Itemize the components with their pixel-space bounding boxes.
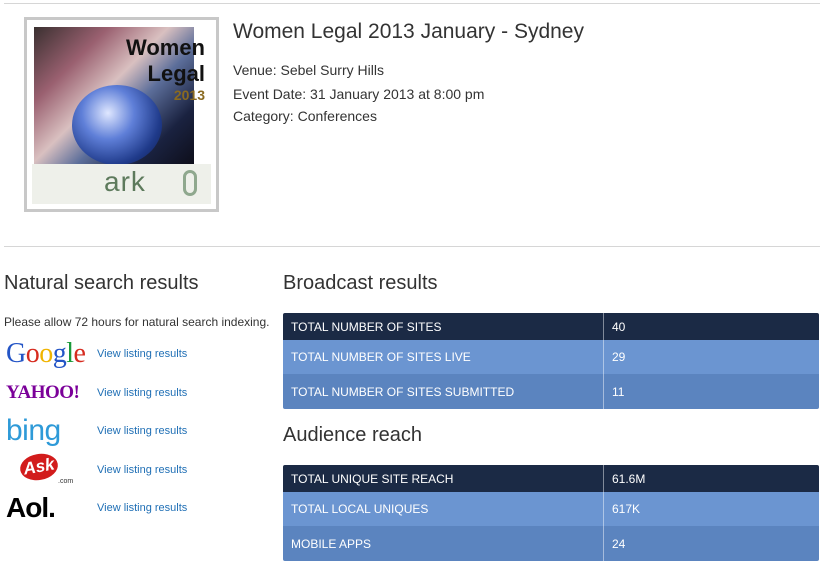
google-logo-icon: Google <box>6 338 86 369</box>
ark-logo-mark-icon <box>183 170 197 196</box>
row-label: TOTAL NUMBER OF SITES SUBMITTED <box>283 374 604 409</box>
engine-row-bing: bing View listing results <box>4 413 274 449</box>
bing-logo-icon: bing <box>6 414 61 447</box>
engine-row-ask: Ask .com View listing results <box>4 450 274 488</box>
engine-row-aol: Aol. View listing results <box>4 490 274 526</box>
section-divider <box>4 246 820 247</box>
row-value: 29 <box>612 350 626 364</box>
event-title: Women Legal 2013 January - Sydney <box>233 20 584 43</box>
table-row: MOBILE APPS 24 <box>283 526 819 561</box>
engine-row-yahoo: YAHOO! View listing results <box>4 375 274 411</box>
thumbnail-title-line2: Legal <box>147 61 205 86</box>
thumbnail-title: Women Legal 2013 <box>126 35 205 103</box>
event-venue: Venue: Sebel Surry Hills <box>233 62 384 78</box>
table-row: TOTAL NUMBER OF SITES 40 <box>283 313 819 340</box>
thumbnail-title-line1: Women <box>125 35 205 60</box>
row-label: TOTAL UNIQUE SITE REACH <box>283 465 604 492</box>
row-value: 617K <box>612 502 641 516</box>
ark-logo: ark <box>104 166 146 197</box>
table-row: TOTAL UNIQUE SITE REACH 61.6M <box>283 465 819 492</box>
row-label: TOTAL NUMBER OF SITES LIVE <box>283 340 604 374</box>
audience-table: TOTAL UNIQUE SITE REACH 61.6M TOTAL LOCA… <box>283 465 819 561</box>
ask-logo-icon: Ask .com <box>6 450 92 488</box>
event-thumbnail-image: Women Legal 2013 ark <box>32 25 211 204</box>
event-date: Event Date: 31 January 2013 at 8:00 pm <box>233 86 485 102</box>
audience-heading: Audience reach <box>283 424 422 446</box>
natural-search-note: Please allow 72 hours for natural search… <box>4 315 270 329</box>
row-value: 61.6M <box>612 471 646 486</box>
engine-row-google: Google View listing results <box>4 336 274 372</box>
aol-view-listing-link[interactable]: View listing results <box>97 502 187 514</box>
thumbnail-year: 2013 <box>173 87 205 103</box>
row-value: 24 <box>612 536 626 551</box>
row-label: TOTAL LOCAL UNIQUES <box>283 492 604 526</box>
table-row: TOTAL NUMBER OF SITES LIVE 29 <box>283 340 819 374</box>
bing-view-listing-link[interactable]: View listing results <box>97 425 187 437</box>
google-view-listing-link[interactable]: View listing results <box>97 348 187 360</box>
table-row: TOTAL NUMBER OF SITES SUBMITTED 11 <box>283 374 819 409</box>
event-thumbnail[interactable]: Women Legal 2013 ark <box>24 17 219 212</box>
ask-view-listing-link[interactable]: View listing results <box>97 464 187 476</box>
yahoo-view-listing-link[interactable]: View listing results <box>97 387 187 399</box>
broadcast-table: TOTAL NUMBER OF SITES 40 TOTAL NUMBER OF… <box>283 313 819 409</box>
row-value: 11 <box>612 384 625 399</box>
table-row: TOTAL LOCAL UNIQUES 617K <box>283 492 819 526</box>
yahoo-logo-icon: YAHOO! <box>6 382 80 403</box>
broadcast-heading: Broadcast results <box>283 272 438 294</box>
top-divider <box>4 3 820 4</box>
aol-logo-icon: Aol. <box>6 492 56 523</box>
row-label: MOBILE APPS <box>283 526 604 561</box>
row-label: TOTAL NUMBER OF SITES <box>283 313 604 340</box>
row-value: 40 <box>612 319 626 334</box>
event-category: Category: Conferences <box>233 108 377 124</box>
natural-search-heading: Natural search results <box>4 272 199 294</box>
